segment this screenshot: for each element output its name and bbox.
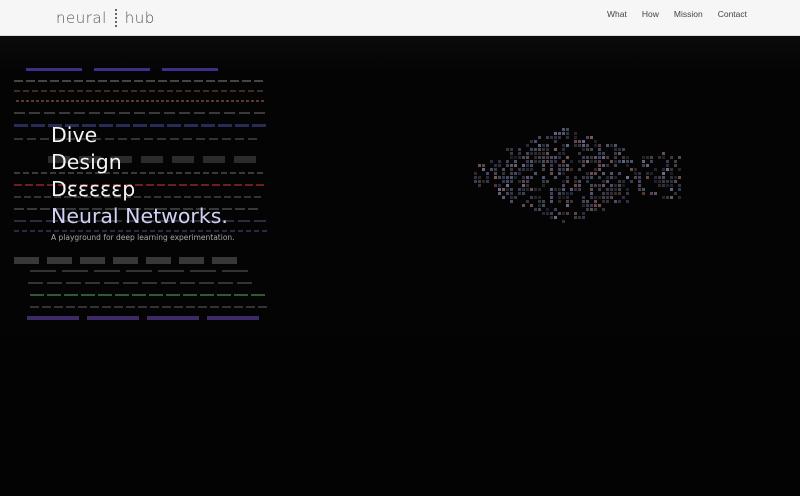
hero-headline: Dive Design Dεεεεεp Neural Networks.	[51, 122, 228, 230]
logo-text-left: neural	[56, 9, 107, 27]
dotted-divider-icon	[110, 8, 122, 28]
logo-text-right: hub	[124, 9, 155, 27]
nav-link-how[interactable]: How	[642, 9, 659, 19]
main-nav: What How Mission Contact	[607, 0, 747, 28]
neural-network-pixel-icon	[474, 128, 681, 223]
headline-line-dive: Dive	[51, 123, 98, 147]
nav-link-mission[interactable]: Mission	[674, 9, 703, 19]
headline-line-design: Design	[51, 150, 122, 174]
nav-link-what[interactable]: What	[607, 9, 627, 19]
top-navbar: neural hub What How Mission Contact	[0, 0, 800, 36]
headline-line-deep: Dεεεεεp	[51, 177, 136, 201]
headline-line-neural-networks: Neural Networks.	[51, 204, 228, 228]
site-logo[interactable]: neural hub	[56, 8, 155, 28]
nav-link-contact[interactable]: Contact	[718, 9, 747, 19]
hero-tagline: A playground for deep learning experimen…	[51, 233, 235, 242]
